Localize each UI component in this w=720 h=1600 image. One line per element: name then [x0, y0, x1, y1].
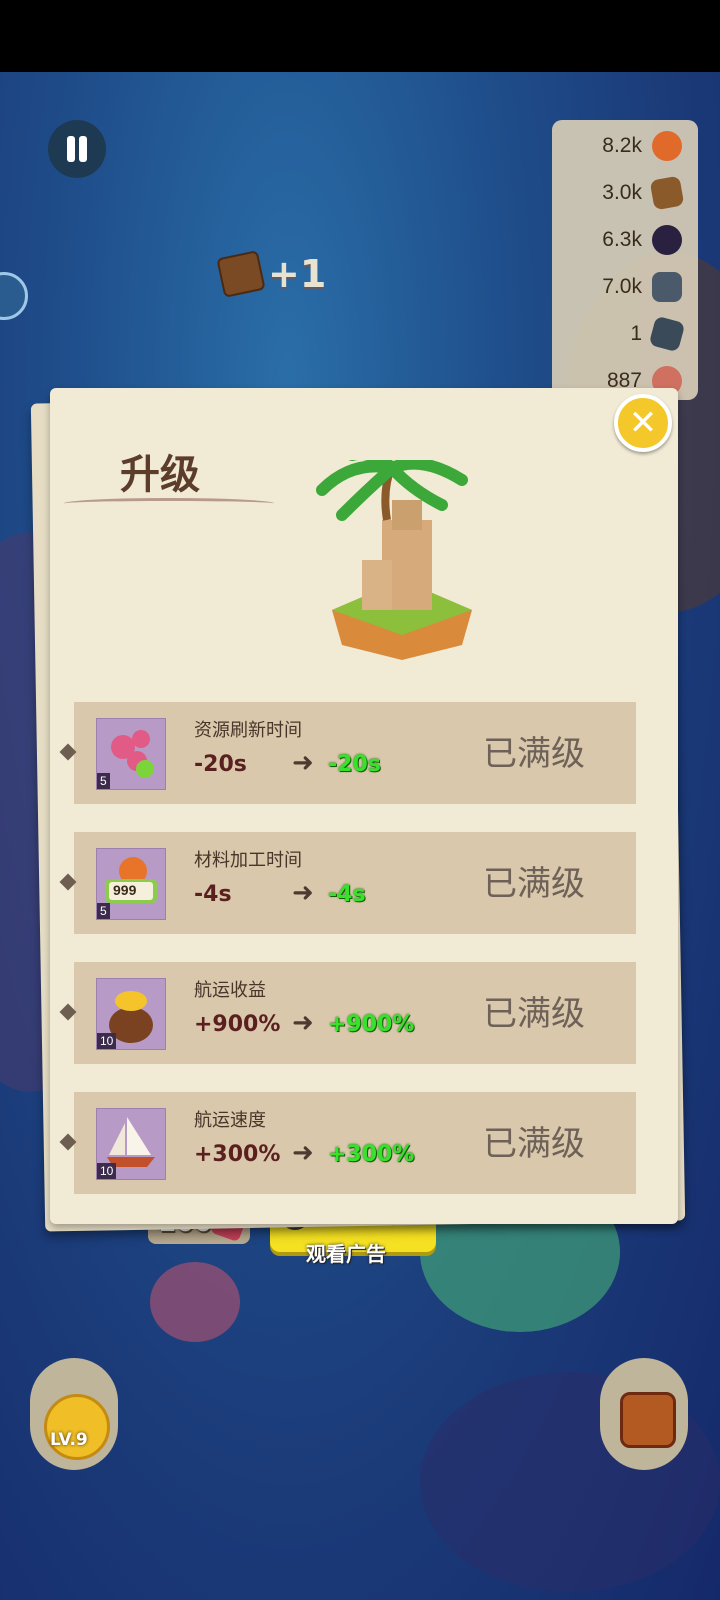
upgrade-name: 航运速度 — [194, 1110, 266, 1131]
wood-crate-icon — [649, 175, 685, 211]
resource-value: 8.2k — [602, 134, 642, 157]
resource-value: 3.0k — [602, 181, 642, 204]
game-view: +1 8.2k 3.0k 6.3k 7.0k 1 887 100 — [0, 72, 720, 1600]
ad-subtitle: 观看广告 — [306, 1242, 386, 1266]
island-blob — [150, 1262, 240, 1342]
next-value: +900% — [328, 1012, 415, 1037]
resource-row: 8.2k — [602, 126, 682, 166]
level-label: LV.9 — [50, 1430, 88, 1450]
max-level-status: 已满级 — [483, 1124, 585, 1164]
upgrade-name: 航运收益 — [194, 980, 266, 1001]
resource-row: 6.3k — [602, 220, 682, 260]
resource-pickup: +1 — [216, 250, 327, 298]
backpack-icon — [620, 1392, 676, 1448]
close-button[interactable]: ✕ — [614, 394, 672, 452]
sailboat-icon: 10 — [96, 1108, 166, 1180]
bullet-diamond-icon — [59, 1003, 77, 1021]
status-bar — [0, 0, 720, 72]
resource-value: 7.0k — [602, 275, 642, 298]
side-indicator[interactable] — [0, 272, 28, 320]
next-value: -4s — [328, 882, 366, 907]
resource-row: 1 — [630, 314, 686, 354]
current-value: +300% — [194, 1142, 281, 1167]
bullet-diamond-icon — [59, 743, 77, 761]
upgrade-row: 999 5 材料加工时间 -4s ➜ -4s 已满级 — [59, 832, 636, 934]
pickup-amount: +1 — [268, 252, 327, 296]
gold-sack-icon: 10 — [96, 978, 166, 1050]
level-badge: 10 — [97, 1033, 117, 1049]
wood-crate-icon — [216, 250, 266, 298]
max-level-status: 已满级 — [483, 864, 585, 904]
upgrade-name: 材料加工时间 — [194, 850, 302, 871]
upgrade-panel: 升级 ✕ 5 资源刷新时间 -20s ➜ -20s 已满级 999 5 材料加工… — [50, 388, 678, 1224]
upgrade-row: 10 航运收益 +900% ➜ +900% 已满级 — [59, 962, 636, 1064]
level-badge: 5 — [97, 773, 110, 789]
bullet-diamond-icon — [59, 1133, 77, 1151]
level-button[interactable]: LV.9 — [30, 1358, 118, 1470]
current-value: +900% — [194, 1012, 281, 1037]
pause-button[interactable] — [48, 120, 106, 178]
bomb-icon — [652, 225, 682, 255]
arrow-right-icon: ➜ — [292, 878, 314, 908]
stone-block-icon — [648, 315, 686, 353]
current-value: -4s — [194, 882, 232, 907]
level-badge: 10 — [97, 1163, 117, 1179]
upgrade-row: 5 资源刷新时间 -20s ➜ -20s 已满级 — [59, 702, 636, 804]
resource-panel: 8.2k 3.0k 6.3k 7.0k 1 887 — [552, 120, 698, 400]
arrow-right-icon: ➜ — [292, 1008, 314, 1038]
title-underline — [64, 498, 274, 509]
level-badge: 5 — [97, 903, 110, 919]
max-level-status: 已满级 — [483, 734, 585, 774]
iron-ingot-icon — [652, 272, 682, 302]
coral-refresh-icon: 5 — [96, 718, 166, 790]
panel-title: 升级 — [120, 452, 200, 498]
badge-999: 999 — [113, 882, 137, 898]
max-level-status: 已满级 — [483, 994, 585, 1034]
processing-999-icon: 999 5 — [96, 848, 166, 920]
resource-row: 3.0k — [602, 173, 685, 213]
bullet-diamond-icon — [59, 873, 77, 891]
next-value: -20s — [328, 752, 381, 777]
orange-shell-icon — [652, 131, 682, 161]
arrow-right-icon: ➜ — [292, 748, 314, 778]
resource-value: 1 — [630, 322, 642, 345]
fishing-rod-icon — [44, 1394, 110, 1460]
resource-row: 7.0k — [602, 267, 682, 307]
upgrade-row: 10 航运速度 +300% ➜ +300% 已满级 — [59, 1092, 636, 1194]
current-value: -20s — [194, 752, 247, 777]
island-statue-illustration — [316, 460, 472, 660]
backpack-button[interactable] — [600, 1358, 688, 1470]
upgrade-name: 资源刷新时间 — [194, 720, 302, 741]
resource-value: 6.3k — [602, 228, 642, 251]
arrow-right-icon: ➜ — [292, 1138, 314, 1168]
next-value: +300% — [328, 1142, 415, 1167]
